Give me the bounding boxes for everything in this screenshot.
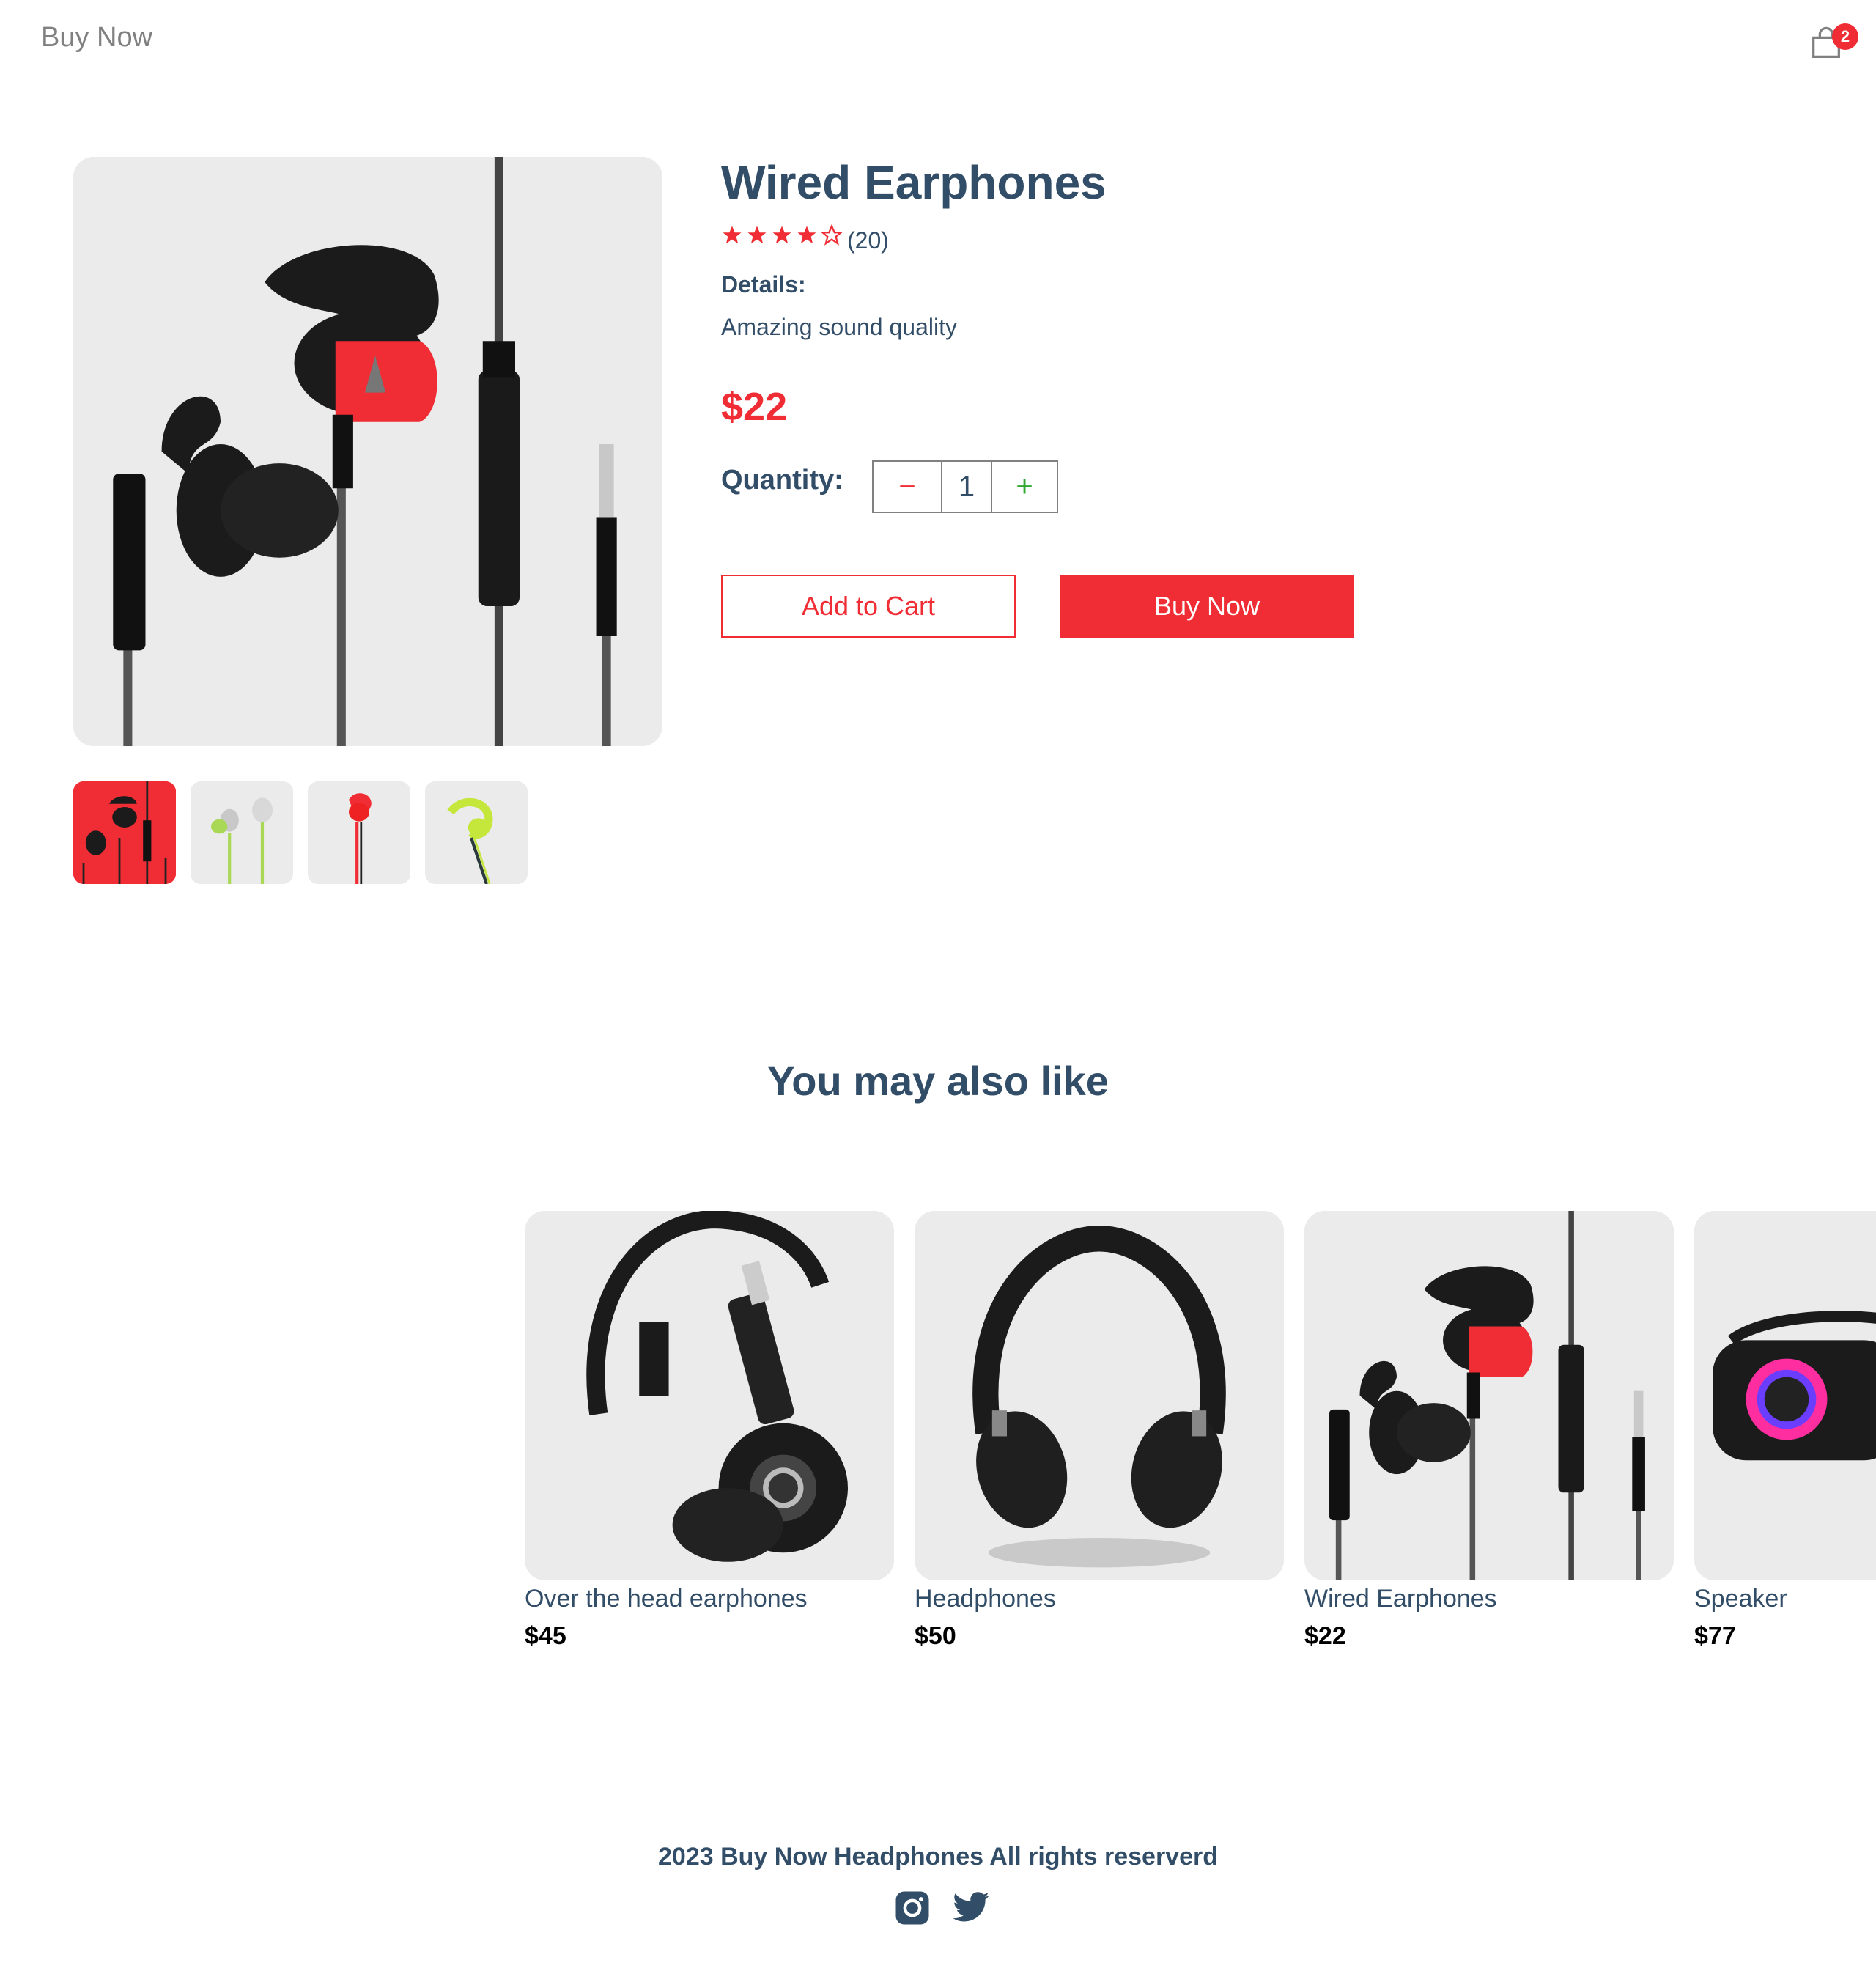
product-title: Wired Earphones — [721, 156, 1107, 209]
product-card-price: $45 — [525, 1622, 566, 1650]
quantity-value: 1 — [942, 462, 992, 512]
product-card-image — [1304, 1211, 1674, 1580]
twitter-icon — [953, 1892, 989, 1922]
speaker-image — [1694, 1211, 1876, 1580]
product-card-name: Wired Earphones — [1304, 1585, 1497, 1613]
product-card[interactable]: Speaker $77 — [1694, 1211, 1876, 1651]
cart-count-badge: 2 — [1832, 23, 1858, 50]
instagram-link[interactable] — [893, 1888, 932, 1928]
buy-now-button[interactable]: Buy Now — [1060, 575, 1354, 638]
product-card-name: Over the head earphones — [525, 1585, 808, 1613]
product-card-image — [915, 1211, 1284, 1580]
product-card[interactable]: Headphones $50 — [915, 1211, 1284, 1651]
earphones-image — [73, 157, 662, 746]
earphones-image — [1304, 1211, 1674, 1580]
product-card-image — [1694, 1211, 1876, 1580]
quantity-increase-button[interactable]: + — [992, 462, 1057, 512]
recommendations-heading: You may also like — [767, 1058, 1109, 1104]
quantity-label: Quantity: — [721, 465, 843, 496]
product-card-image — [525, 1211, 894, 1580]
thumbnail-1[interactable] — [73, 781, 176, 884]
quantity-decrease-button[interactable]: − — [874, 462, 942, 512]
star-filled-icon — [772, 226, 791, 244]
instagram-icon — [895, 1891, 929, 1925]
green-earphones-thumbnail-image — [191, 781, 293, 884]
red-earphones-thumbnail-image — [308, 781, 410, 884]
product-card[interactable]: Over the head earphones $45 — [525, 1211, 894, 1651]
thumbnail-4[interactable] — [425, 781, 528, 884]
twitter-link[interactable] — [951, 1888, 991, 1928]
product-card-price: $77 — [1694, 1622, 1736, 1650]
star-filled-icon — [747, 226, 767, 244]
details-heading: Details: — [721, 271, 806, 298]
product-card-price: $50 — [915, 1622, 956, 1650]
thumbnail-3[interactable] — [308, 781, 410, 884]
review-count: (20) — [847, 227, 889, 254]
product-card[interactable]: Wired Earphones $22 — [1304, 1211, 1674, 1651]
add-to-cart-button[interactable]: Add to Cart — [721, 575, 1016, 638]
product-card-price: $22 — [1304, 1622, 1346, 1650]
earphones-thumbnail-image — [73, 781, 176, 884]
product-card-name: Headphones — [915, 1585, 1056, 1613]
footer-copyright: 2023 Buy Now Headphones All rights reser… — [658, 1843, 1218, 1871]
headphones-image — [915, 1211, 1284, 1580]
star-filled-icon — [797, 226, 816, 244]
star-filled-icon — [723, 226, 742, 244]
product-price: $22 — [721, 385, 788, 429]
product-card-name: Speaker — [1694, 1585, 1787, 1613]
lime-earphones-thumbnail-image — [425, 781, 528, 884]
rating-stars — [721, 224, 843, 246]
site-logo[interactable]: Buy Now — [41, 22, 152, 54]
product-main-image — [73, 157, 662, 746]
thumbnail-2[interactable] — [191, 781, 293, 884]
star-outline-icon — [821, 224, 843, 246]
details-text: Amazing sound quality — [721, 314, 957, 340]
cart-button[interactable]: 2 — [1804, 21, 1863, 65]
quantity-stepper: − 1 + — [872, 460, 1058, 513]
over-head-headphones-image — [525, 1211, 894, 1580]
